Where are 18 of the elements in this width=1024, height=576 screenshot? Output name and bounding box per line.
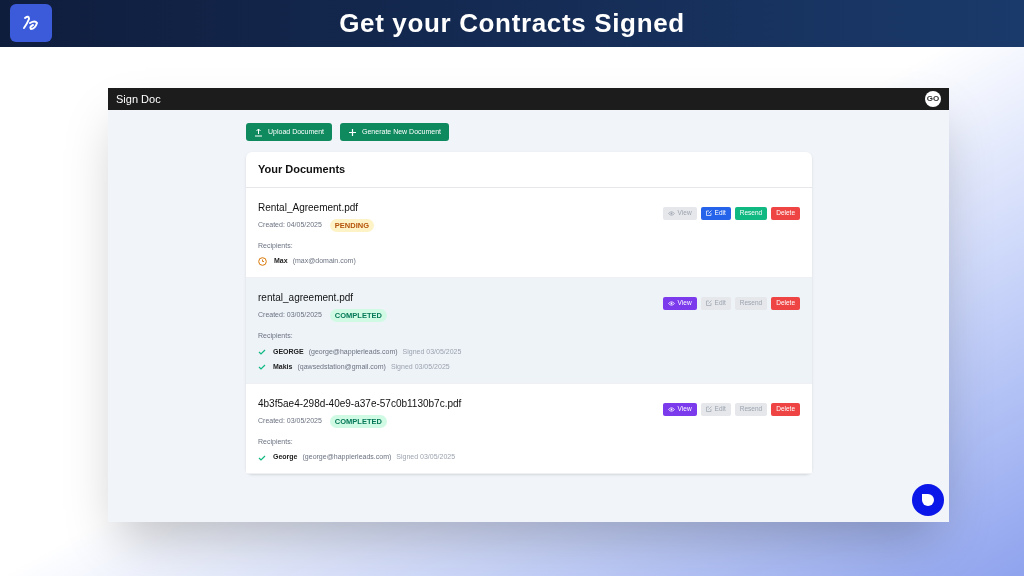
eye-icon <box>667 210 675 216</box>
card-title: Your Documents <box>246 152 812 188</box>
eye-icon <box>667 406 675 412</box>
user-avatar[interactable]: GO <box>925 91 941 107</box>
signature-icon <box>21 14 41 32</box>
document-name[interactable]: rental_agreement.pdf <box>258 289 462 305</box>
chat-bubble-icon <box>921 493 935 507</box>
document-name[interactable]: 4b3f5ae4-298d-40e9-a37e-57c0b1130b7c.pdf <box>258 395 462 411</box>
eye-icon <box>667 300 675 306</box>
window-title: Sign Doc <box>116 91 161 107</box>
chat-button[interactable] <box>912 484 944 516</box>
document-name[interactable]: Rental_Agreement.pdf <box>258 199 374 215</box>
edit-icon <box>705 300 712 307</box>
edit-icon <box>705 406 712 412</box>
upload-icon <box>254 127 263 137</box>
banner-title: Get your Contracts Signed <box>339 7 685 40</box>
plus-icon <box>348 127 358 137</box>
edit-icon <box>705 210 712 216</box>
